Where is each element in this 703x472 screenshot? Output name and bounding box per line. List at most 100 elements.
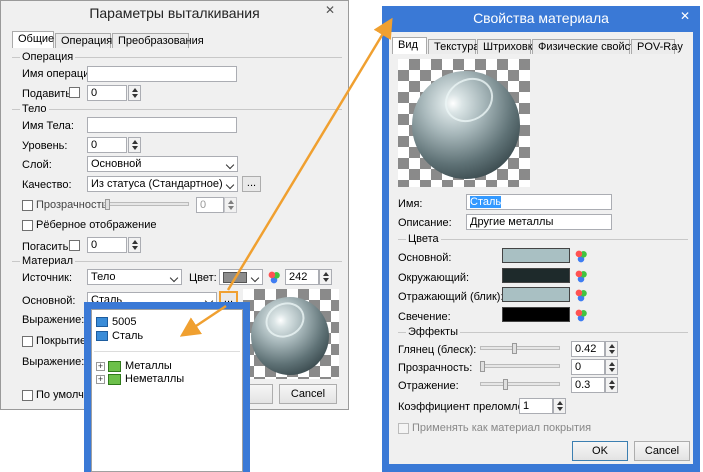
transparency-label: Прозрачность: [36,199,111,211]
default-checkbox[interactable] [22,390,33,401]
color-base-swatch[interactable] [502,248,570,263]
color-label: Цвет: [189,272,217,284]
tab-general[interactable]: Общие [12,31,54,48]
color-emission-swatch[interactable] [502,307,570,322]
reflection-label: Отражение: [398,380,459,392]
quality-browse-button[interactable]: ... [242,176,261,192]
material-icon [96,317,108,327]
right-tab-strip: Вид Текстура Штриховка Физические свойст… [392,37,690,55]
color-emission-label: Свечение: [398,311,451,323]
description-input[interactable]: Другие металлы [466,214,612,230]
gloss-spinner[interactable] [605,341,618,357]
refraction-value[interactable]: 1 [519,398,553,414]
tab-operation[interactable]: Операция [55,33,112,48]
chevron-down-icon [250,273,260,283]
gloss-slider[interactable] [480,346,560,350]
body-name-label: Имя Тела: [22,120,74,132]
suppress-checkbox[interactable] [69,87,80,98]
material-preview [243,289,339,379]
wireframe-checkbox[interactable] [22,220,33,231]
folder-icon [108,374,121,385]
quality-select-value: Из статуса (Стандартное) [91,178,223,190]
transparency-value[interactable]: 0 [571,359,605,375]
refraction-spinner[interactable] [553,398,566,414]
tab-povray[interactable]: POV-Ray [631,39,683,54]
transparency-slider[interactable] [103,202,189,206]
section-colors: Цвета [398,233,688,245]
source-label: Источник: [22,272,73,284]
expand-icon[interactable]: + [96,362,105,371]
close-icon[interactable]: ✕ [676,9,694,23]
hide-value[interactable]: 0 [87,237,127,253]
operation-name-input[interactable] [87,66,237,82]
source-select[interactable]: Тело [87,269,182,285]
tree-group-label: Металлы [125,360,172,372]
level-spinner[interactable] [128,137,141,153]
name-label: Имя: [398,198,423,210]
reflection-spinner[interactable] [605,377,618,393]
close-icon[interactable]: ✕ [320,3,340,17]
quality-select[interactable]: Из статуса (Стандартное) [87,176,238,192]
tab-hatching[interactable]: Штриховка [477,39,539,54]
gloss-slider-thumb[interactable] [512,343,517,354]
transparency-label: Прозрачность: [398,362,473,374]
hide-spinner[interactable] [128,237,141,253]
tree-item-5005[interactable]: 5005 [96,315,176,329]
color-select[interactable] [219,269,263,285]
color-ambient-swatch[interactable] [502,268,570,283]
apply-coating-checkbox[interactable] [398,423,409,434]
tab-physical[interactable]: Физические свойства [532,39,647,54]
hide-checkbox[interactable] [69,240,80,251]
transparency-spinner[interactable] [224,197,237,213]
tab-view[interactable]: Вид [392,37,427,54]
cancel-button[interactable]: Cancel [634,441,690,461]
transparency-checkbox[interactable] [22,200,33,211]
tab-texture[interactable]: Текстура [428,39,479,54]
color-picker-icon[interactable] [574,288,588,302]
material-properties-window: Свойства материала ✕ Вид Текстура Штрихо… [382,6,700,472]
chevron-down-icon [225,160,235,170]
body-name-input[interactable] [87,117,237,133]
layer-label: Слой: [22,159,52,171]
main-label: Основной: [22,295,76,307]
color-value[interactable]: 242 [285,269,319,285]
left-cancel-button[interactable]: Cancel [279,384,337,404]
level-value[interactable]: 0 [87,137,127,153]
gloss-label: Глянец (блеск): [398,344,477,356]
color-picker-icon[interactable] [267,270,281,284]
name-input[interactable]: Сталь [466,194,612,210]
color-picker-icon[interactable] [574,308,588,322]
transparency-spinner[interactable] [605,359,618,375]
material-icon [96,331,108,341]
tree-separator [94,351,240,352]
suppress-value[interactable]: 0 [87,85,127,101]
level-label: Уровень: [22,140,68,152]
hide-label: Погасить: [22,241,72,253]
reflection-value[interactable]: 0.3 [571,377,605,393]
dialog-title: Параметры выталкивания [89,5,260,21]
color-base-label: Основной: [398,252,452,264]
tree-group-label: Неметаллы [125,373,185,385]
tab-transformations[interactable]: Преобразования [112,33,204,48]
color-specular-swatch[interactable] [502,287,570,302]
ok-button[interactable]: OK [572,441,628,461]
suppress-spinner[interactable] [128,85,141,101]
transparency-slider-thumb[interactable] [480,361,485,372]
expand-icon[interactable]: + [96,375,105,384]
tree-group-nonmetals[interactable]: + Неметаллы [96,372,216,386]
quality-label: Качество: [22,179,72,191]
tree-item-label: Сталь [112,330,144,342]
color-picker-icon[interactable] [574,269,588,283]
transparency-slider[interactable] [480,364,560,368]
layer-select[interactable]: Основной [87,156,238,172]
coating-checkbox[interactable] [22,336,33,347]
color-picker-icon[interactable] [574,249,588,263]
transparency-slider-thumb[interactable] [105,199,110,210]
gloss-value[interactable]: 0.42 [571,341,605,357]
tree-group-metals[interactable]: + Металлы [96,359,216,373]
tree-item-steel[interactable]: Сталь [96,329,176,343]
transparency-value[interactable]: 0 [196,197,224,213]
reflection-slider-thumb[interactable] [503,379,508,390]
color-spinner[interactable] [319,269,332,285]
reflection-slider[interactable] [480,382,560,386]
